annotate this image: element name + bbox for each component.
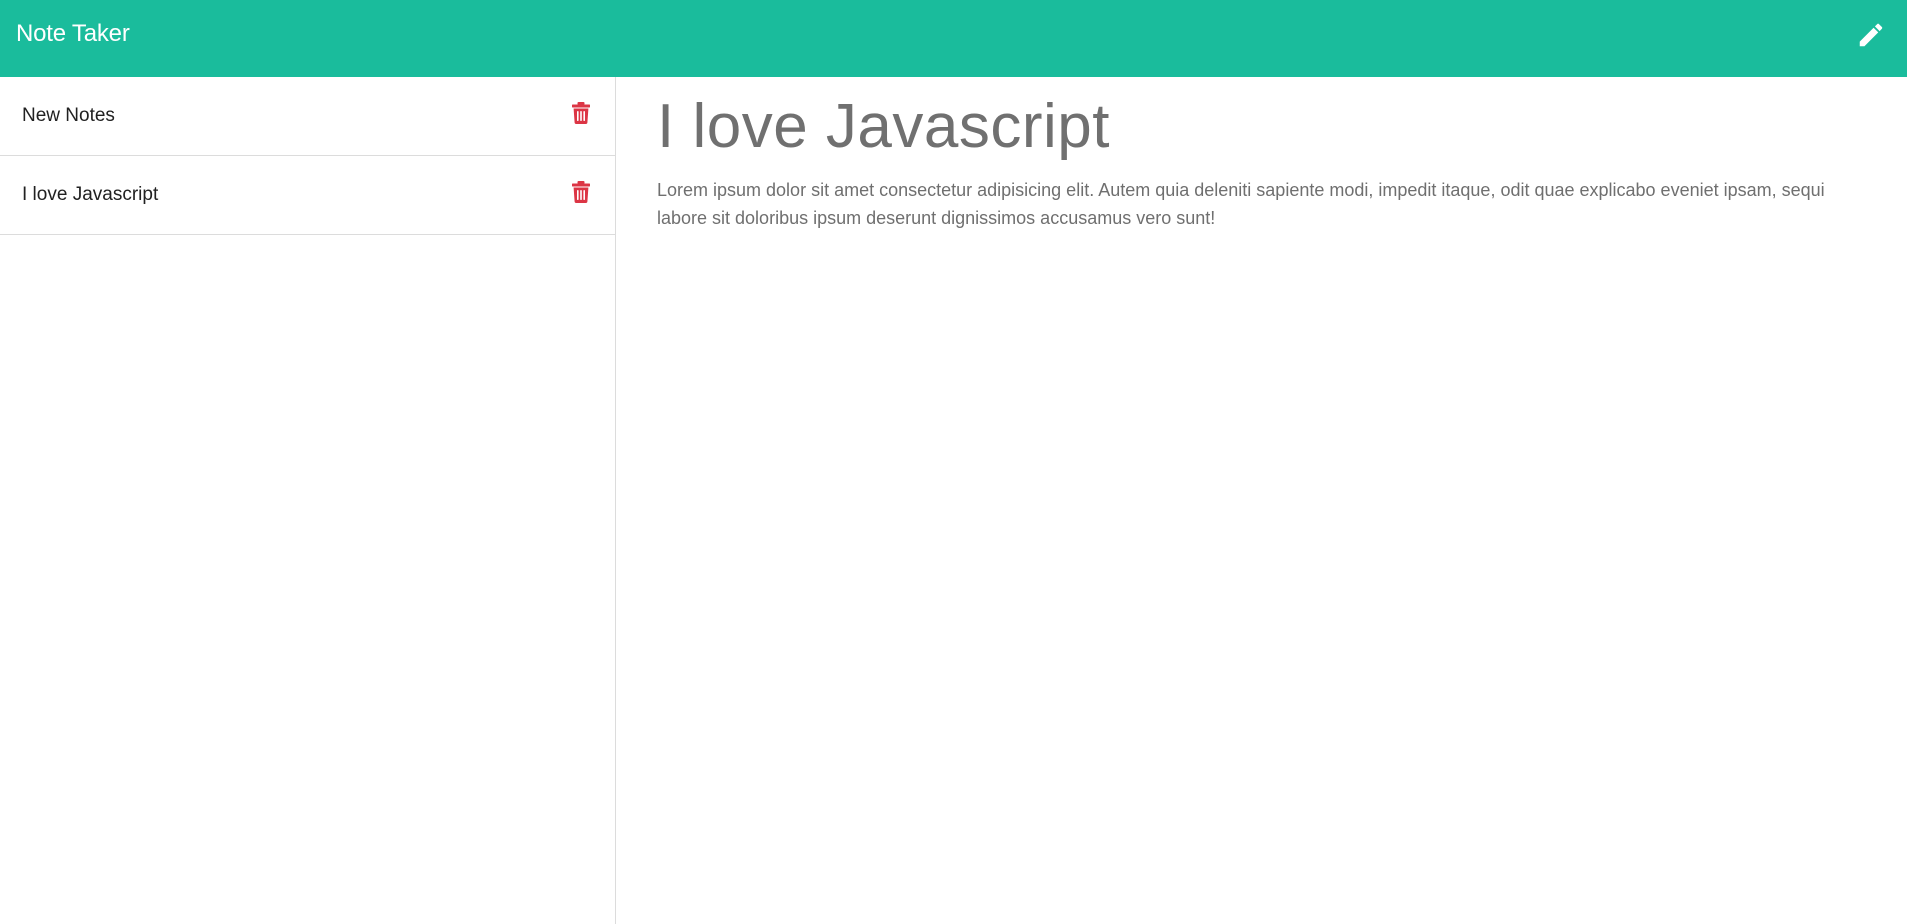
list-item[interactable]: New Notes: [0, 77, 615, 156]
delete-note-button[interactable]: [569, 178, 593, 206]
trash-icon: [572, 181, 590, 203]
delete-note-button[interactable]: [569, 99, 593, 127]
pencil-icon: [1859, 23, 1883, 46]
note-title: New Notes: [22, 105, 115, 126]
new-note-button[interactable]: [1853, 17, 1889, 53]
trash-icon: [572, 102, 590, 124]
notes-sidebar: New Notes I love Javascript: [0, 77, 616, 924]
list-item[interactable]: I love Javascript: [0, 156, 615, 235]
note-title: I love Javascript: [22, 184, 159, 205]
note-text-field[interactable]: Lorem ipsum dolor sit amet consectetur a…: [657, 176, 1867, 232]
note-editor: I love Javascript Lorem ipsum dolor sit …: [617, 77, 1907, 924]
note-title-field[interactable]: I love Javascript: [657, 91, 1867, 162]
app-brand[interactable]: Note Taker: [16, 20, 130, 48]
navbar: Note Taker: [0, 0, 1907, 77]
